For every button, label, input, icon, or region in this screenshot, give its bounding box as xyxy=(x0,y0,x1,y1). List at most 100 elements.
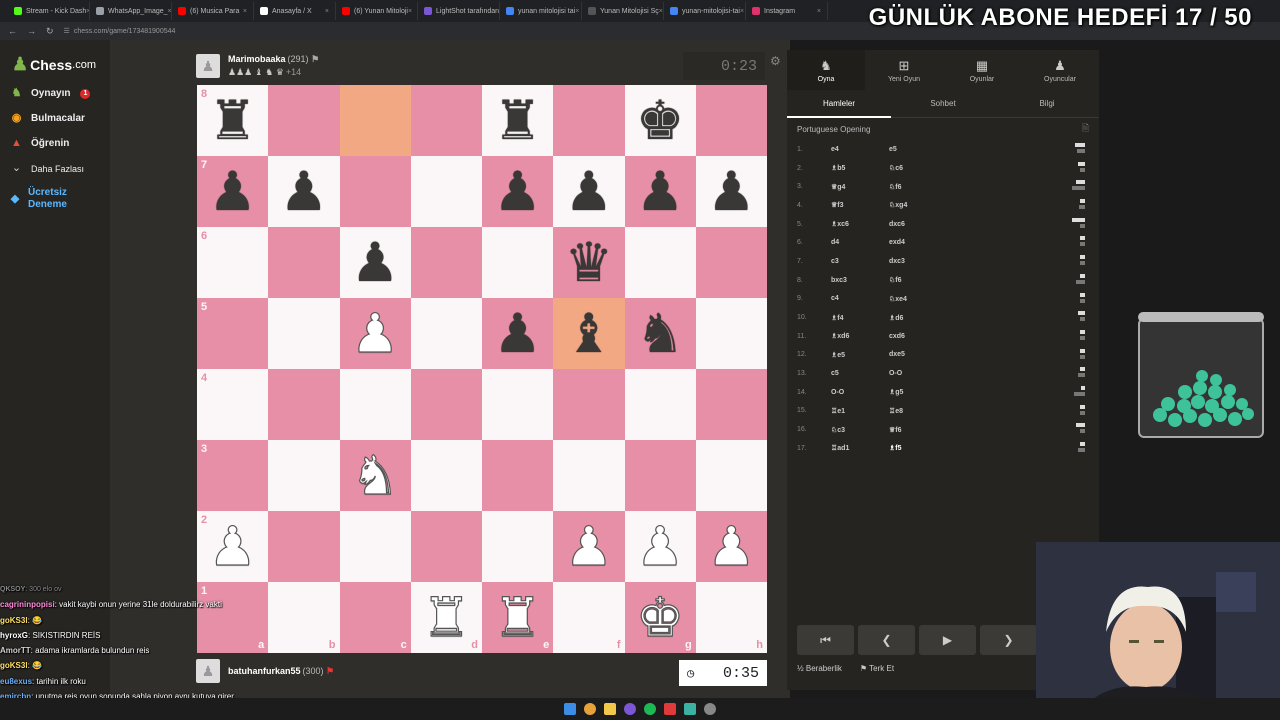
square-f8[interactable] xyxy=(553,85,625,156)
square-g5[interactable]: ♞ xyxy=(624,298,696,369)
black-move[interactable]: O-O xyxy=(889,370,969,377)
white-move[interactable]: c5 xyxy=(831,370,889,377)
square-e5[interactable]: ♟ xyxy=(482,298,554,369)
browser-tab[interactable]: Anasayfa / X × xyxy=(254,2,336,20)
sidebar-item-free-trial[interactable]: ◆ Ücretsiz Deneme xyxy=(10,187,90,211)
square-g7[interactable]: ♟ xyxy=(624,156,696,227)
last-move-button[interactable]: ❯ xyxy=(980,625,1037,655)
black-pawn-icon[interactable]: ♟ xyxy=(351,235,399,290)
top-player-name[interactable]: Marimobaaka (291) ⚑ xyxy=(228,54,319,65)
white-move[interactable]: ♗xd6 xyxy=(831,332,889,340)
sidebar-item-more[interactable]: ⌄ Daha Fazlası xyxy=(10,162,84,175)
square-c5[interactable]: ♟ xyxy=(339,298,411,369)
square-a2[interactable]: 2 ♟ xyxy=(197,511,269,582)
square-f6[interactable]: ♛ xyxy=(553,227,625,298)
app-icon[interactable] xyxy=(624,703,636,715)
avatar[interactable]: ♟ xyxy=(196,54,220,78)
square-a5[interactable]: 5 xyxy=(197,298,269,369)
square-b3[interactable] xyxy=(268,440,340,511)
black-move[interactable]: ♘f6 xyxy=(889,183,969,191)
back-icon[interactable]: ← xyxy=(8,26,17,36)
square-b8[interactable] xyxy=(268,85,340,156)
prev-move-button[interactable]: ❮ xyxy=(858,625,915,655)
browser-tab[interactable]: LightShot tarafından× xyxy=(418,2,500,20)
tab-players[interactable]: ♟ Oyuncular xyxy=(1021,50,1099,90)
white-move[interactable]: ♕f3 xyxy=(831,201,889,209)
white-move[interactable]: ♘c3 xyxy=(831,426,889,434)
square-h4[interactable] xyxy=(695,369,767,440)
square-h3[interactable] xyxy=(695,440,767,511)
square-b6[interactable] xyxy=(268,227,340,298)
spotify-icon[interactable] xyxy=(644,703,656,715)
chess-logo[interactable]: ♟ Chess .com xyxy=(12,54,96,75)
black-pawn-icon[interactable]: ♟ xyxy=(565,164,613,219)
white-move[interactable]: c3 xyxy=(831,258,889,265)
app-icon[interactable] xyxy=(684,703,696,715)
square-d7[interactable] xyxy=(410,156,482,227)
square-e3[interactable] xyxy=(482,440,554,511)
tab-games[interactable]: ▦ Oyunlar xyxy=(943,50,1021,90)
browser-tab[interactable]: (6) Musica Para × xyxy=(172,2,254,20)
square-b2[interactable] xyxy=(268,511,340,582)
first-move-button[interactable]: ⏮ xyxy=(797,625,854,655)
square-a6[interactable]: 6 xyxy=(197,227,269,298)
black-move[interactable]: ♗g5 xyxy=(889,388,969,396)
tab-play[interactable]: ♞ Oyna xyxy=(787,50,865,90)
player-name[interactable]: Marimobaaka xyxy=(228,54,286,64)
close-icon[interactable]: × xyxy=(408,8,412,15)
close-icon[interactable]: × xyxy=(659,8,663,15)
square-e8[interactable]: ♜ xyxy=(482,85,554,156)
white-pawn-icon[interactable]: ♟ xyxy=(564,518,614,573)
close-icon[interactable]: × xyxy=(575,8,579,15)
close-icon[interactable]: × xyxy=(740,8,744,15)
black-bishop-icon[interactable]: ♝ xyxy=(565,306,613,361)
square-a7[interactable]: 7 ♟ xyxy=(197,156,269,227)
white-pawn-icon[interactable]: ♟ xyxy=(350,305,400,360)
black-move[interactable]: cxd6 xyxy=(889,333,969,340)
white-move[interactable]: ♖ad1 xyxy=(831,444,889,452)
square-d5[interactable] xyxy=(410,298,482,369)
square-b4[interactable] xyxy=(268,369,340,440)
close-icon[interactable]: × xyxy=(817,8,821,15)
square-f1[interactable]: f xyxy=(553,582,625,653)
black-pawn-icon[interactable]: ♟ xyxy=(707,164,755,219)
black-king-icon[interactable]: ♚ xyxy=(636,93,684,148)
square-a4[interactable]: 4 xyxy=(197,369,269,440)
white-rook-icon[interactable]: ♜ xyxy=(493,589,543,644)
app-icon[interactable] xyxy=(704,703,716,715)
black-move[interactable]: dxc3 xyxy=(889,258,969,265)
tab-info[interactable]: Bilgi xyxy=(995,90,1099,117)
square-b5[interactable] xyxy=(268,298,340,369)
close-icon[interactable]: × xyxy=(243,8,247,15)
square-f4[interactable] xyxy=(553,369,625,440)
chrome-icon[interactable] xyxy=(584,703,596,715)
square-c1[interactable]: c xyxy=(339,582,411,653)
black-move[interactable]: ♗f5 xyxy=(889,444,969,452)
black-move[interactable]: ♘xe4 xyxy=(889,295,969,303)
black-move[interactable]: ♗d6 xyxy=(889,314,969,322)
square-g1[interactable]: g ♚ xyxy=(624,582,696,653)
black-move[interactable]: ♘xg4 xyxy=(889,201,969,209)
square-d3[interactable] xyxy=(410,440,482,511)
square-b7[interactable]: ♟ xyxy=(268,156,340,227)
black-pawn-icon[interactable]: ♟ xyxy=(493,306,541,361)
square-e1[interactable]: e ♜ xyxy=(482,582,554,653)
white-knight-icon[interactable]: ♞ xyxy=(350,447,400,502)
black-move[interactable]: exd4 xyxy=(889,239,969,246)
browser-tab[interactable]: yunan mitolojisi tai × xyxy=(500,2,582,20)
black-move[interactable]: ♘c6 xyxy=(889,164,969,172)
site-info-icon[interactable]: ☰ xyxy=(64,27,70,35)
black-queen-icon[interactable]: ♛ xyxy=(565,235,613,290)
resign-button[interactable]: ⚑ Terk Et xyxy=(860,664,894,673)
black-rook-icon[interactable]: ♜ xyxy=(208,93,256,148)
white-king-icon[interactable]: ♚ xyxy=(635,589,685,644)
square-g6[interactable] xyxy=(624,227,696,298)
square-c2[interactable] xyxy=(339,511,411,582)
square-e2[interactable] xyxy=(482,511,554,582)
white-pawn-icon[interactable]: ♟ xyxy=(208,518,258,573)
white-move[interactable]: ♕g4 xyxy=(831,183,889,191)
square-f3[interactable] xyxy=(553,440,625,511)
square-a8[interactable]: 8 ♜ xyxy=(197,85,269,156)
sidebar-item-learn[interactable]: ▲ Öğrenin xyxy=(10,137,69,150)
square-h2[interactable]: ♟ xyxy=(695,511,767,582)
